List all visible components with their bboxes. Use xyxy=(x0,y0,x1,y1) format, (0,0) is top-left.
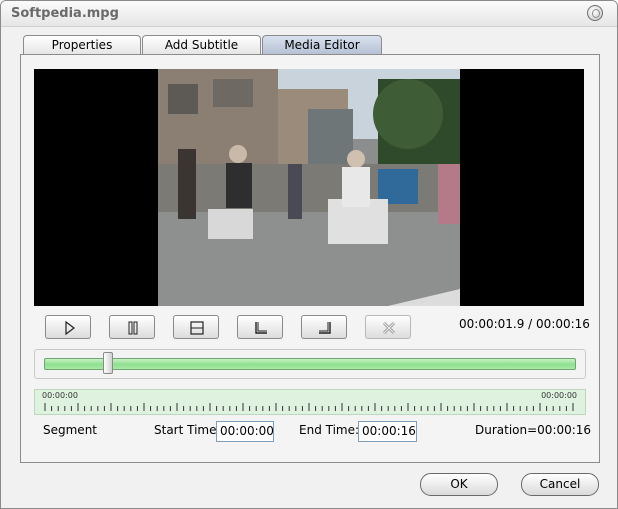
tab-add-subtitle[interactable]: Add Subtitle xyxy=(142,35,261,55)
tab-properties-label: Properties xyxy=(51,38,113,52)
mark-end-icon xyxy=(319,322,331,334)
timeline-end-label: 00:00:00 xyxy=(541,391,577,400)
timeline-start-label: 00:00:00 xyxy=(42,391,78,400)
video-frame-image xyxy=(158,69,460,306)
cancel-button[interactable]: Cancel xyxy=(521,473,599,496)
cancel-button-label: Cancel xyxy=(539,477,581,491)
start-time-value: 00:00:00 xyxy=(220,424,274,438)
end-time-field[interactable]: 00:00:16 xyxy=(358,421,417,442)
end-time-value: 00:00:16 xyxy=(362,424,416,438)
time-separator: / xyxy=(528,317,533,331)
ok-button[interactable]: OK xyxy=(420,473,498,496)
stop-button[interactable] xyxy=(173,315,219,339)
start-time-field[interactable]: 00:00:00 xyxy=(216,421,274,442)
timeline-ticks xyxy=(44,403,574,411)
tab-add-subtitle-label: Add Subtitle xyxy=(164,38,239,52)
tab-properties[interactable]: Properties xyxy=(23,35,141,55)
play-button[interactable] xyxy=(45,315,91,339)
video-preview xyxy=(34,69,584,306)
start-time-label: Start Time: xyxy=(154,423,221,437)
close-button[interactable] xyxy=(587,5,603,21)
segment-label: Segment xyxy=(43,423,97,437)
duration-label: Duration=00:00:16 xyxy=(475,423,592,437)
window-title: Softpedia.mpg xyxy=(11,6,119,21)
mark-end-button[interactable] xyxy=(301,315,347,339)
clear-marks-button[interactable] xyxy=(365,315,411,339)
play-icon xyxy=(65,320,75,336)
media-editor-window: Softpedia.mpg Properties Add Subtitle Me… xyxy=(0,0,618,509)
tab-media-editor-label: Media Editor xyxy=(284,38,360,52)
video-frame xyxy=(158,69,460,306)
ok-button-label: OK xyxy=(450,477,468,491)
clear-marks-icon xyxy=(382,321,396,335)
seek-slider-thumb[interactable] xyxy=(103,352,113,374)
pause-button[interactable] xyxy=(109,315,155,339)
stop-icon xyxy=(190,321,204,335)
end-time-label: End Time: xyxy=(299,423,360,437)
seek-slider[interactable] xyxy=(34,349,586,379)
pause-icon xyxy=(128,321,138,335)
title-bar[interactable]: Softpedia.mpg xyxy=(1,1,617,27)
seek-slider-fill xyxy=(44,358,576,370)
mark-start-icon xyxy=(255,322,267,334)
tab-media-editor[interactable]: Media Editor xyxy=(262,35,382,55)
segment-timeline[interactable]: 00:00:00 00:00:00 xyxy=(34,389,586,415)
total-time: 00:00:16 xyxy=(536,317,590,331)
time-readout: 00:00:01.9 / 00:00:16 xyxy=(459,317,590,331)
mark-start-button[interactable] xyxy=(237,315,283,339)
current-time: 00:00:01.9 xyxy=(459,317,525,331)
